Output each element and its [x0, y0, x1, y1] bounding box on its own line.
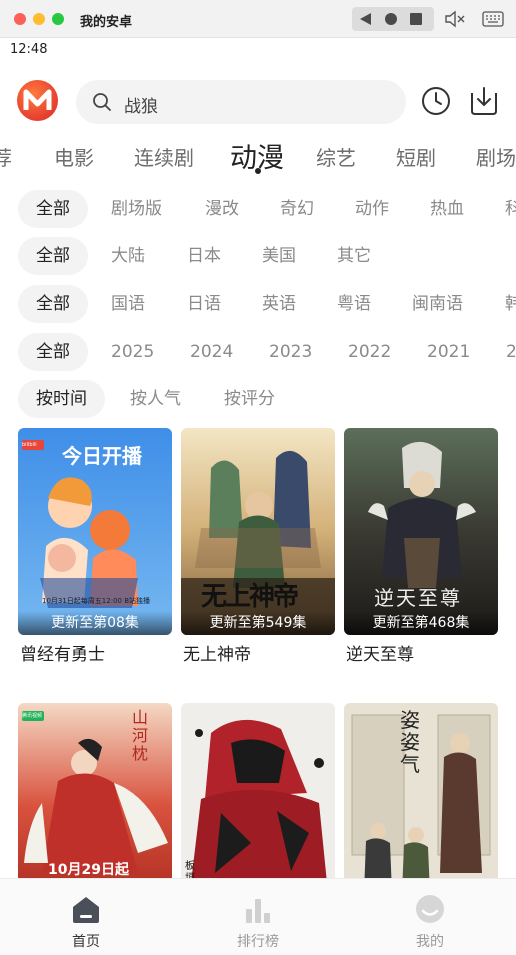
filter-type-option[interactable]: 奇幻 — [280, 190, 314, 228]
filter-language-option[interactable]: 日语 — [187, 285, 221, 323]
close-window-button[interactable] — [14, 13, 26, 25]
poster-corner-logo: bilibili — [22, 442, 37, 448]
back-icon[interactable] — [360, 13, 371, 25]
poster-corner-logo: 腾讯视频 — [22, 713, 43, 719]
bottom-nav: 首页 排行榜 我的 — [0, 878, 516, 955]
filter-region-option[interactable]: 美国 — [262, 237, 296, 275]
nav-home-label: 首页 — [72, 934, 100, 950]
video-poster[interactable]: 今日开播 bilibili 10月31日起每周五12:00 B站独播 更新至第0… — [18, 428, 172, 635]
filter-language-all[interactable]: 全部 — [18, 285, 88, 323]
filter-year-option[interactable]: 2022 — [348, 333, 391, 371]
nav-ranking[interactable]: 排行榜 — [198, 879, 318, 955]
episode-badge: 更新至第08集 — [18, 611, 172, 635]
filter-region-option[interactable]: 其它 — [337, 237, 371, 275]
video-title[interactable]: 逆天至尊 — [346, 640, 414, 665]
logo-m-icon — [23, 89, 52, 110]
poster-title-art: 逆天至尊 — [374, 586, 462, 610]
video-poster[interactable]: 逆天至尊 更新至第468集 — [344, 428, 498, 635]
ranking-icon — [246, 899, 270, 923]
status-time: 12:48 — [10, 42, 48, 57]
filter-language-option[interactable]: 粤语 — [337, 285, 371, 323]
mute-icon[interactable] — [444, 9, 466, 29]
sort-by-popularity[interactable]: 按人气 — [130, 380, 181, 418]
filter-type-option[interactable]: 剧场版 — [111, 190, 162, 228]
filter-language-option[interactable]: 韩 — [505, 285, 516, 323]
tab-movie[interactable]: 电影 — [54, 142, 94, 171]
profile-icon — [416, 895, 444, 923]
filter-year-option[interactable]: 2023 — [269, 333, 312, 371]
filter-row-type: 全部 剧场版 漫改 奇幻 动作 热血 科 — [0, 190, 516, 228]
filter-year-all[interactable]: 全部 — [18, 333, 88, 371]
filter-type-option[interactable]: 漫改 — [205, 190, 239, 228]
sort-by-time[interactable]: 按时间 — [18, 380, 105, 418]
nav-ranking-label: 排行榜 — [237, 934, 279, 950]
poster-title-art: 无上神帝 — [201, 582, 299, 612]
filter-row-year: 全部 2025 2024 2023 2022 2021 2 — [0, 333, 516, 371]
poster-caption: 10月29日起 — [48, 862, 129, 878]
filter-type-option[interactable]: 热血 — [430, 190, 464, 228]
sort-by-rating[interactable]: 按评分 — [224, 380, 275, 418]
nav-home[interactable]: 首页 — [26, 879, 146, 955]
home-tab-icon — [73, 897, 99, 923]
filter-row-region: 全部 大陆 日本 美国 其它 — [0, 237, 516, 275]
filter-region-all[interactable]: 全部 — [18, 237, 88, 275]
home-icon[interactable] — [385, 13, 397, 25]
filter-language-option[interactable]: 国语 — [111, 285, 145, 323]
poster-headline: 今日开播 — [62, 444, 142, 468]
filter-year-option[interactable]: 2025 — [111, 333, 154, 371]
keyboard-icon[interactable] — [482, 11, 504, 27]
filter-year-option[interactable]: 2021 — [427, 333, 470, 371]
filter-year-option[interactable]: 2024 — [190, 333, 233, 371]
android-nav-controls — [352, 7, 434, 31]
tab-theater[interactable]: 剧场 — [476, 142, 516, 171]
active-tab-indicator — [255, 168, 261, 174]
tab-recommend[interactable]: 荐 — [0, 142, 12, 171]
poster-caption: 10月31日起每周五12:00 B站独播 — [41, 597, 150, 605]
nav-profile-label: 我的 — [416, 934, 444, 950]
download-icon[interactable] — [467, 84, 501, 118]
window-titlebar: 我的安卓 — [0, 0, 516, 38]
filter-region-option[interactable]: 大陆 — [111, 237, 145, 275]
video-title[interactable]: 无上神帝 — [183, 640, 251, 665]
recents-icon[interactable] — [410, 13, 422, 25]
poster-title-art: 山河枕 — [132, 708, 149, 763]
app-logo[interactable] — [17, 80, 58, 121]
sort-row: 按时间 按人气 按评分 — [0, 380, 516, 418]
search-icon — [93, 93, 111, 111]
filter-row-language: 全部 国语 日语 英语 粤语 闽南语 韩 — [0, 285, 516, 323]
filter-year-option[interactable]: 2 — [506, 333, 516, 371]
search-input[interactable]: 战狼 — [124, 92, 158, 117]
minimize-window-button[interactable] — [33, 13, 45, 25]
search-bar[interactable]: 战狼 — [76, 80, 406, 124]
poster-title-art: 姿姿气 — [400, 708, 420, 776]
filter-type-all[interactable]: 全部 — [18, 190, 88, 228]
tab-short-drama[interactable]: 短剧 — [396, 142, 436, 171]
episode-badge: 更新至第549集 — [181, 611, 335, 635]
filter-language-option[interactable]: 英语 — [262, 285, 296, 323]
maximize-window-button[interactable] — [52, 13, 64, 25]
episode-badge: 更新至第468集 — [344, 611, 498, 635]
tab-variety[interactable]: 综艺 — [316, 142, 356, 171]
filter-type-option[interactable]: 动作 — [355, 190, 389, 228]
nav-profile[interactable]: 我的 — [370, 879, 490, 955]
video-poster[interactable]: 无上神帝 更新至第549集 — [181, 428, 335, 635]
filter-language-option[interactable]: 闽南语 — [412, 285, 463, 323]
filter-region-option[interactable]: 日本 — [187, 237, 221, 275]
window-title: 我的安卓 — [80, 15, 133, 30]
filter-type-option[interactable]: 科 — [505, 190, 516, 228]
tab-series[interactable]: 连续剧 — [134, 142, 194, 171]
video-title[interactable]: 曾经有勇士 — [20, 640, 105, 665]
clock-icon[interactable] — [420, 85, 452, 117]
